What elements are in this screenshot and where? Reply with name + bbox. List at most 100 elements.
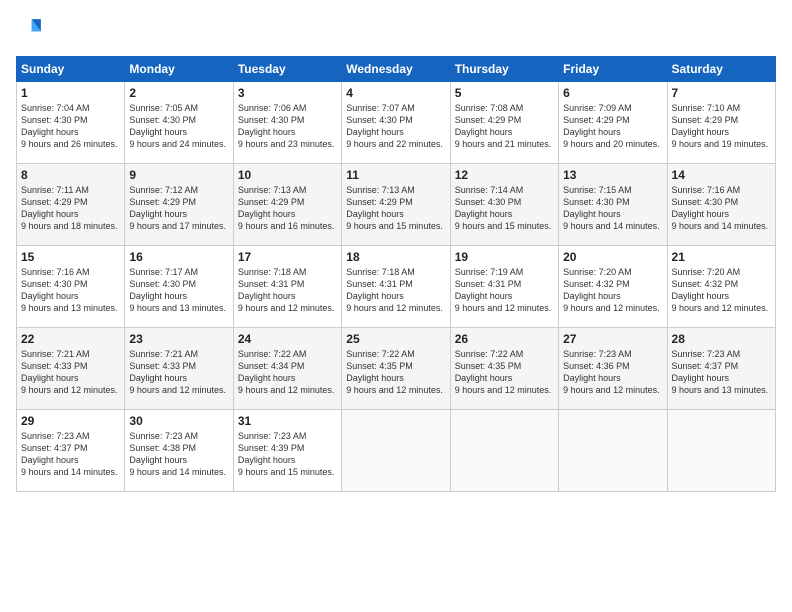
day-number: 27 xyxy=(563,332,662,346)
day-cell-1: 1 Sunrise: 7:04 AMSunset: 4:30 PMDaylight… xyxy=(17,82,125,164)
cell-text: Sunrise: 7:22 AMSunset: 4:35 PMDaylight … xyxy=(455,349,552,395)
cell-text: Sunrise: 7:22 AMSunset: 4:34 PMDaylight … xyxy=(238,349,335,395)
page: Sunday Monday Tuesday Wednesday Thursday… xyxy=(0,0,792,612)
empty-cell xyxy=(342,410,450,492)
th-sunday: Sunday xyxy=(17,57,125,82)
cell-text: Sunrise: 7:04 AMSunset: 4:30 PMDaylight … xyxy=(21,103,118,149)
cell-text: Sunrise: 7:22 AMSunset: 4:35 PMDaylight … xyxy=(346,349,443,395)
cell-text: Sunrise: 7:16 AMSunset: 4:30 PMDaylight … xyxy=(672,185,769,231)
cell-text: Sunrise: 7:08 AMSunset: 4:29 PMDaylight … xyxy=(455,103,552,149)
cell-text: Sunrise: 7:14 AMSunset: 4:30 PMDaylight … xyxy=(455,185,552,231)
cell-text: Sunrise: 7:21 AMSunset: 4:33 PMDaylight … xyxy=(129,349,226,395)
day-cell-2: 2 Sunrise: 7:05 AMSunset: 4:30 PMDaylight… xyxy=(125,82,233,164)
day-number: 22 xyxy=(21,332,120,346)
empty-cell xyxy=(667,410,775,492)
day-cell-23: 23Sunrise: 7:21 AMSunset: 4:33 PMDayligh… xyxy=(125,328,233,410)
day-cell-14: 14 Sunrise: 7:16 AMSunset: 4:30 PMDayligh… xyxy=(667,164,775,246)
cell-text: Sunrise: 7:15 AMSunset: 4:30 PMDaylight … xyxy=(563,185,660,231)
day-cell-19: 19 Sunrise: 7:19 AMSunset: 4:31 PMDayligh… xyxy=(450,246,558,328)
day-number: 17 xyxy=(238,250,337,264)
day-number: 25 xyxy=(346,332,445,346)
cell-text: Sunrise: 7:16 AMSunset: 4:30 PMDaylight … xyxy=(21,267,118,313)
day-number: 13 xyxy=(563,168,662,182)
cell-text: Sunrise: 7:10 AMSunset: 4:29 PMDaylight … xyxy=(672,103,769,149)
day-number: 19 xyxy=(455,250,554,264)
day-cell-24: 24 Sunrise: 7:22 AMSunset: 4:34 PMDayligh… xyxy=(233,328,341,410)
cell-text: Sunrise: 7:20 AMSunset: 4:32 PMDaylight … xyxy=(672,267,769,313)
day-number: 1 xyxy=(21,86,120,100)
day-number: 30 xyxy=(129,414,228,428)
th-tuesday: Tuesday xyxy=(233,57,341,82)
day-cell-29: 29Sunrise: 7:23 AMSunset: 4:37 PMDayligh… xyxy=(17,410,125,492)
day-cell-21: 21Sunrise: 7:20 AMSunset: 4:32 PMDayligh… xyxy=(667,246,775,328)
day-number: 10 xyxy=(238,168,337,182)
day-cell-22: 22 Sunrise: 7:21 AMSunset: 4:33 PMDayligh… xyxy=(17,328,125,410)
cell-text: Sunrise: 7:23 AMSunset: 4:37 PMDaylight … xyxy=(672,349,769,395)
cell-text: Sunrise: 7:06 AMSunset: 4:30 PMDaylight … xyxy=(238,103,335,149)
day-cell-5: 5 Sunrise: 7:08 AMSunset: 4:29 PMDaylight… xyxy=(450,82,558,164)
day-number: 3 xyxy=(238,86,337,100)
day-number: 6 xyxy=(563,86,662,100)
week-row-3: 15 Sunrise: 7:16 AMSunset: 4:30 PMDayligh… xyxy=(17,246,776,328)
week-row-2: 8 Sunrise: 7:11 AMSunset: 4:29 PMDaylight… xyxy=(17,164,776,246)
th-saturday: Saturday xyxy=(667,57,775,82)
day-number: 31 xyxy=(238,414,337,428)
week-row-4: 22 Sunrise: 7:21 AMSunset: 4:33 PMDayligh… xyxy=(17,328,776,410)
day-cell-27: 27 Sunrise: 7:23 AMSunset: 4:36 PMDayligh… xyxy=(559,328,667,410)
cell-text: Sunrise: 7:23 AMSunset: 4:37 PMDaylight … xyxy=(21,431,118,477)
empty-cell xyxy=(450,410,558,492)
cell-text: Sunrise: 7:05 AMSunset: 4:30 PMDaylight … xyxy=(129,103,226,149)
day-number: 14 xyxy=(672,168,771,182)
day-cell-16: 16 Sunrise: 7:17 AMSunset: 4:30 PMDayligh… xyxy=(125,246,233,328)
day-number: 15 xyxy=(21,250,120,264)
cell-text: Sunrise: 7:23 AMSunset: 4:38 PMDaylight … xyxy=(129,431,226,477)
day-number: 20 xyxy=(563,250,662,264)
day-cell-31: 31 Sunrise: 7:23 AMSunset: 4:39 PMDayligh… xyxy=(233,410,341,492)
day-cell-18: 18 Sunrise: 7:18 AMSunset: 4:31 PMDayligh… xyxy=(342,246,450,328)
cell-text: Sunrise: 7:13 AMSunset: 4:29 PMDaylight … xyxy=(238,185,335,231)
day-cell-30: 30 Sunrise: 7:23 AMSunset: 4:38 PMDayligh… xyxy=(125,410,233,492)
day-number: 2 xyxy=(129,86,228,100)
cell-text: Sunrise: 7:23 AMSunset: 4:39 PMDaylight … xyxy=(238,431,335,477)
cell-text: Sunrise: 7:07 AMSunset: 4:30 PMDaylight … xyxy=(346,103,443,149)
day-cell-9: 9Sunrise: 7:12 AMSunset: 4:29 PMDaylight… xyxy=(125,164,233,246)
cell-text: Sunrise: 7:21 AMSunset: 4:33 PMDaylight … xyxy=(21,349,118,395)
day-cell-28: 28Sunrise: 7:23 AMSunset: 4:37 PMDayligh… xyxy=(667,328,775,410)
logo xyxy=(16,16,48,44)
calendar-table: Sunday Monday Tuesday Wednesday Thursday… xyxy=(16,56,776,492)
header xyxy=(16,16,776,44)
day-cell-15: 15 Sunrise: 7:16 AMSunset: 4:30 PMDayligh… xyxy=(17,246,125,328)
day-number: 18 xyxy=(346,250,445,264)
day-number: 8 xyxy=(21,168,120,182)
th-friday: Friday xyxy=(559,57,667,82)
day-number: 24 xyxy=(238,332,337,346)
cell-text: Sunrise: 7:17 AMSunset: 4:30 PMDaylight … xyxy=(129,267,226,313)
cell-text: Sunrise: 7:23 AMSunset: 4:36 PMDaylight … xyxy=(563,349,660,395)
day-cell-20: 20 Sunrise: 7:20 AMSunset: 4:32 PMDayligh… xyxy=(559,246,667,328)
week-row-1: 1 Sunrise: 7:04 AMSunset: 4:30 PMDaylight… xyxy=(17,82,776,164)
cell-text: Sunrise: 7:18 AMSunset: 4:31 PMDaylight … xyxy=(346,267,443,313)
cell-text: Sunrise: 7:11 AMSunset: 4:29 PMDaylight … xyxy=(21,185,118,231)
day-cell-3: 3 Sunrise: 7:06 AMSunset: 4:30 PMDaylight… xyxy=(233,82,341,164)
day-number: 5 xyxy=(455,86,554,100)
day-cell-8: 8 Sunrise: 7:11 AMSunset: 4:29 PMDaylight… xyxy=(17,164,125,246)
day-cell-17: 17 Sunrise: 7:18 AMSunset: 4:31 PMDayligh… xyxy=(233,246,341,328)
cell-text: Sunrise: 7:19 AMSunset: 4:31 PMDaylight … xyxy=(455,267,552,313)
day-number: 12 xyxy=(455,168,554,182)
day-cell-13: 13 Sunrise: 7:15 AMSunset: 4:30 PMDayligh… xyxy=(559,164,667,246)
day-cell-26: 26Sunrise: 7:22 AMSunset: 4:35 PMDayligh… xyxy=(450,328,558,410)
day-number: 16 xyxy=(129,250,228,264)
day-number: 11 xyxy=(346,168,445,182)
day-number: 7 xyxy=(672,86,771,100)
day-number: 4 xyxy=(346,86,445,100)
th-thursday: Thursday xyxy=(450,57,558,82)
day-cell-12: 12 Sunrise: 7:14 AMSunset: 4:30 PMDayligh… xyxy=(450,164,558,246)
day-cell-25: 25 Sunrise: 7:22 AMSunset: 4:35 PMDayligh… xyxy=(342,328,450,410)
day-cell-11: 11 Sunrise: 7:13 AMSunset: 4:29 PMDayligh… xyxy=(342,164,450,246)
th-wednesday: Wednesday xyxy=(342,57,450,82)
day-cell-10: 10 Sunrise: 7:13 AMSunset: 4:29 PMDayligh… xyxy=(233,164,341,246)
cell-text: Sunrise: 7:13 AMSunset: 4:29 PMDaylight … xyxy=(346,185,443,231)
cell-text: Sunrise: 7:20 AMSunset: 4:32 PMDaylight … xyxy=(563,267,660,313)
cell-text: Sunrise: 7:18 AMSunset: 4:31 PMDaylight … xyxy=(238,267,335,313)
day-cell-4: 4 Sunrise: 7:07 AMSunset: 4:30 PMDaylight… xyxy=(342,82,450,164)
